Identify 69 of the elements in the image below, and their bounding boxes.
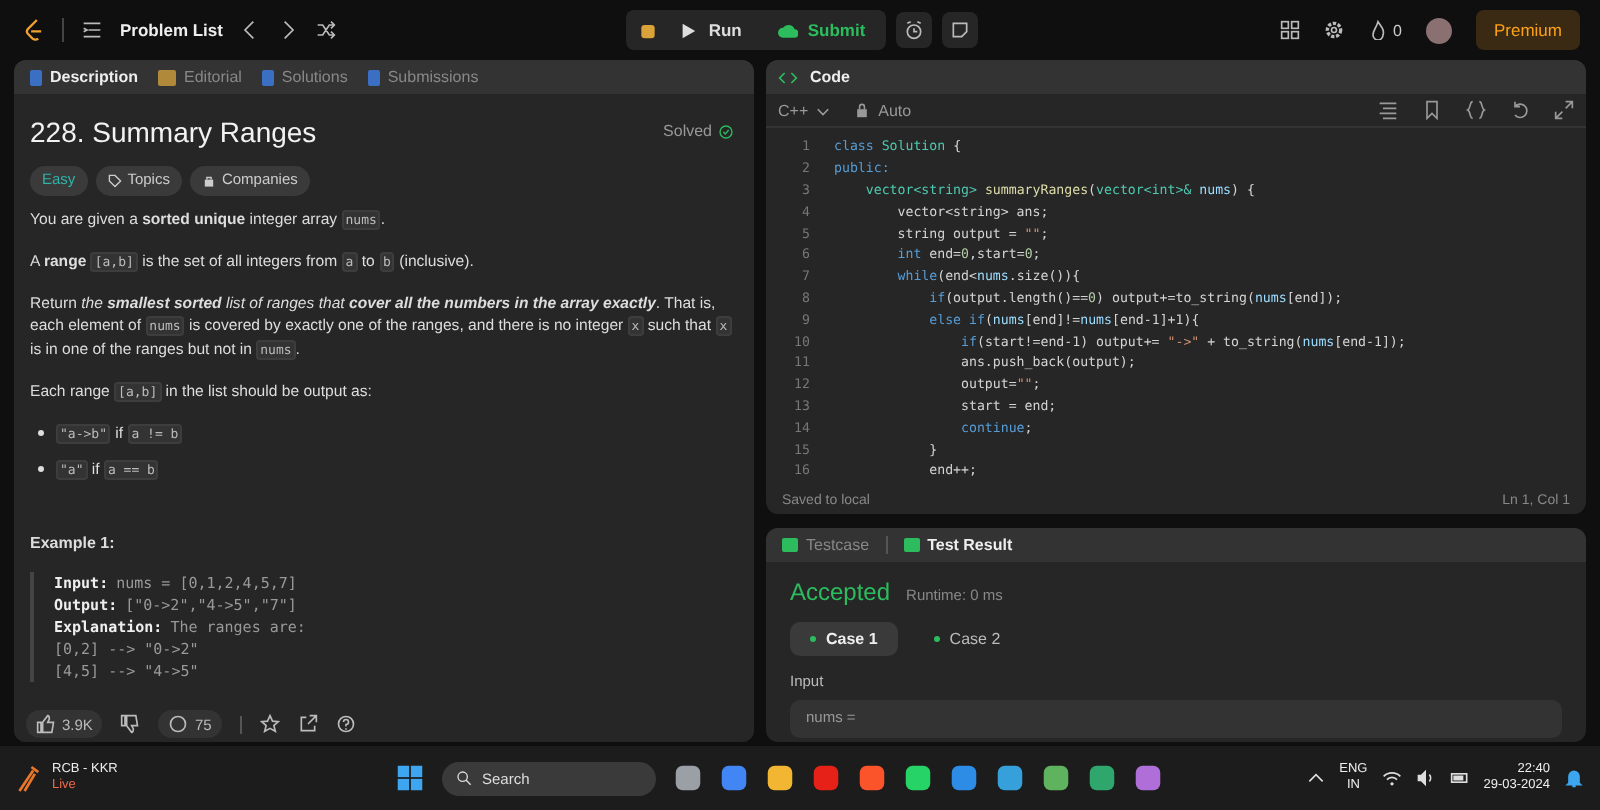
app-icon[interactable] <box>766 764 794 792</box>
lock-icon <box>201 174 216 189</box>
tag-icon <box>107 174 122 189</box>
streak-count: 0 <box>1393 21 1402 39</box>
cricket-bat-icon <box>16 763 40 793</box>
grid-icon[interactable] <box>1279 20 1300 40</box>
premium-button[interactable]: Premium <box>1475 10 1580 50</box>
run-button[interactable]: Run <box>662 14 758 46</box>
thumbs-up-icon <box>36 714 56 734</box>
avatar[interactable] <box>1425 17 1452 43</box>
mode-label: Auto <box>878 101 912 119</box>
panel-tab[interactable]: Submissions <box>363 64 483 90</box>
case-tab[interactable]: Case 2 <box>913 622 1021 656</box>
reset-icon[interactable] <box>1510 100 1530 120</box>
cloud-upload-icon <box>777 21 798 39</box>
braces-icon[interactable] <box>1466 100 1486 120</box>
example-heading: Example 1: <box>30 532 117 557</box>
app-icon[interactable] <box>996 764 1024 792</box>
bullet-icon <box>38 429 44 436</box>
app-icon[interactable] <box>1042 764 1070 792</box>
lock-icon <box>854 102 871 118</box>
panel-tab[interactable]: Description <box>26 64 143 90</box>
play-icon <box>678 21 699 39</box>
windows-start-icon[interactable] <box>396 764 424 792</box>
shuffle-icon[interactable] <box>316 20 337 40</box>
note-icon <box>949 20 970 40</box>
panel-tab[interactable]: Test Result <box>899 532 1017 558</box>
language-dropdown[interactable]: C++ <box>778 101 831 119</box>
solved-label: Solved <box>663 120 712 144</box>
app-icon[interactable] <box>1088 764 1116 792</box>
wifi-icon[interactable] <box>1381 768 1402 788</box>
star-icon[interactable] <box>259 714 280 734</box>
problem-list-link[interactable]: Problem List <box>120 20 223 40</box>
panel-tab[interactable]: Solutions <box>257 64 352 90</box>
caret-icon <box>816 103 831 117</box>
verdict-label: Accepted <box>790 578 891 606</box>
expand-icon[interactable] <box>1554 100 1574 120</box>
timer-button[interactable] <box>895 12 932 48</box>
battery-icon[interactable] <box>1449 768 1470 788</box>
app-icon[interactable] <box>720 764 748 792</box>
panel-title: Code <box>810 68 850 86</box>
bookmark-icon[interactable] <box>1422 100 1442 120</box>
comment-icon <box>168 714 189 734</box>
alarm-clock-icon <box>903 20 924 40</box>
bell-icon[interactable] <box>1564 768 1584 788</box>
app-icon[interactable] <box>1134 764 1162 792</box>
check-circle-icon <box>718 124 734 141</box>
note-button[interactable] <box>941 12 978 48</box>
help-icon[interactable] <box>335 714 356 734</box>
app-icon[interactable] <box>858 764 886 792</box>
app-icon[interactable] <box>674 764 702 792</box>
submit-button[interactable]: Submit <box>761 14 882 46</box>
chevron-right-icon[interactable] <box>278 20 299 40</box>
logo-icon[interactable] <box>24 18 44 42</box>
app-icon[interactable] <box>950 764 978 792</box>
case-tab[interactable]: Case 1 <box>790 622 898 656</box>
problem-title: 228. Summary Ranges <box>30 114 317 152</box>
search-icon <box>456 770 472 786</box>
list-icon <box>82 20 102 40</box>
code-icon <box>778 67 798 87</box>
bullet-icon <box>38 466 44 473</box>
speaker-icon[interactable] <box>1415 768 1436 788</box>
format-icon[interactable] <box>1378 100 1398 120</box>
panel-tab[interactable]: Testcase <box>778 532 874 558</box>
share-icon[interactable] <box>297 714 318 734</box>
app-icon[interactable] <box>904 764 932 792</box>
dislike-icon[interactable] <box>120 714 141 734</box>
panel-tab[interactable]: Editorial <box>154 64 246 90</box>
settings-icon[interactable] <box>1323 20 1344 40</box>
